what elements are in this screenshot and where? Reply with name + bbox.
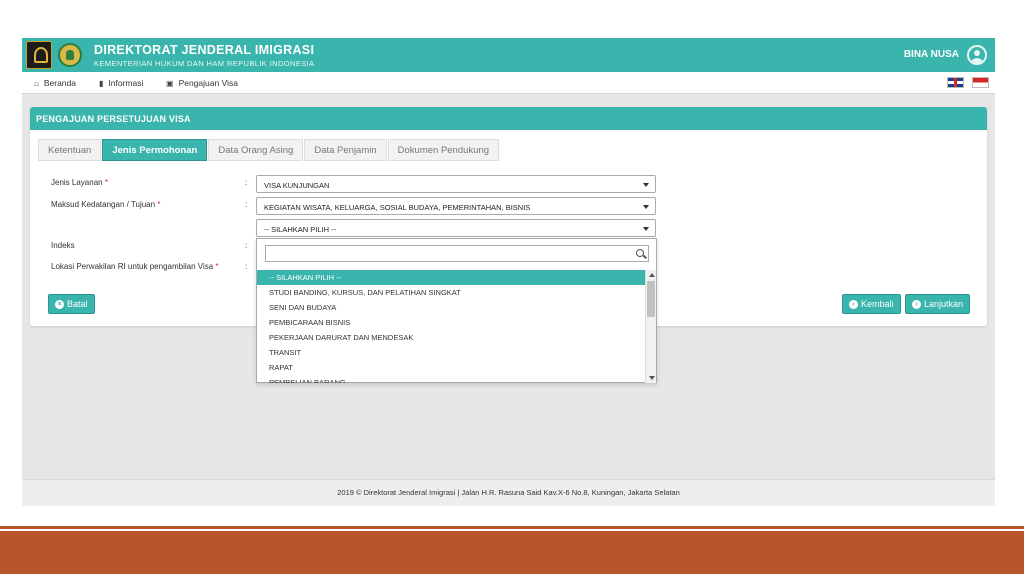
indeks-label: Indeks [51, 241, 75, 250]
tab-dokumen-pendukung[interactable]: Dokumen Pendukung [387, 139, 500, 161]
maksud-kedatangan-select[interactable]: KEGIATAN WISATA, KELUARGA, SOSIAL BUDAYA… [256, 197, 656, 215]
batal-button[interactable]: × Batal [48, 294, 95, 314]
search-icon [636, 249, 644, 257]
dropdown-search-input[interactable] [265, 245, 649, 262]
ministry-logo [26, 41, 52, 69]
select-value: VISA KUNJUNGAN [264, 181, 330, 190]
user-avatar-icon[interactable] [967, 45, 987, 65]
dropdown-option[interactable]: PEKERJAAN DARURAT DAN MENDESAK [257, 330, 645, 345]
slide-decoration-band [0, 531, 1024, 574]
maksud-kedatangan-label: Maksud Kedatangan / Tujuan * [51, 200, 160, 209]
uk-flag-icon[interactable] [947, 77, 964, 88]
dropdown-option[interactable]: RAPAT [257, 360, 645, 375]
header-subtitle: KEMENTERIAN HUKUM DAN HAM REPUBLIK INDON… [94, 59, 315, 68]
lokasi-perwakilan-label: Lokasi Perwakilan RI untuk pengambilan V… [51, 262, 219, 271]
immigration-emblem-logo [56, 41, 82, 69]
dropdown-option[interactable]: PEMBICARAAN BISNIS [257, 315, 645, 330]
chevron-down-icon [643, 205, 649, 209]
dropdown-option[interactable]: TRANSIT [257, 345, 645, 360]
tab-ketentuan[interactable]: Ketentuan [38, 139, 102, 161]
nav-bar: ⌂ Beranda ▮ Informasi ▣ Pengajuan Visa [22, 72, 995, 94]
nav-item-informasi[interactable]: ▮ Informasi [99, 78, 143, 88]
nav-label: Beranda [43, 78, 76, 88]
required-mark: * [215, 262, 219, 271]
footer-text: 2019 © Direktorat Jenderal Imigrasi | Ja… [337, 488, 680, 497]
field-label-text: Jenis Layanan [51, 178, 103, 187]
lanjutkan-button[interactable]: › Lanjutkan [905, 294, 971, 314]
book-icon: ▮ [99, 78, 104, 88]
tab-data-orang-asing[interactable]: Data Orang Asing [208, 139, 304, 161]
chevron-down-icon [643, 227, 649, 231]
header-title: DIREKTORAT JENDERAL IMIGRASI [94, 43, 315, 57]
nav-item-beranda[interactable]: ⌂ Beranda [34, 78, 76, 88]
tab-bar: Ketentuan Jenis Permohonan Data Orang As… [38, 139, 500, 161]
home-icon: ⌂ [34, 78, 39, 88]
scroll-down-icon[interactable] [649, 376, 655, 380]
scroll-up-icon[interactable] [649, 273, 655, 277]
user-name[interactable]: BINA NUSA [904, 49, 959, 60]
chevron-down-icon [643, 183, 649, 187]
field-label-text: Lokasi Perwakilan RI untuk pengambilan V… [51, 262, 214, 271]
dropdown-option[interactable]: PEMBELIAN BARANG [257, 375, 645, 383]
field-label-text: Maksud Kedatangan / Tujuan [51, 200, 156, 209]
required-mark: * [104, 178, 108, 187]
button-label: Lanjutkan [924, 299, 964, 309]
select-value: -- SILAHKAN PILIH -- [264, 225, 337, 234]
button-label: Kembali [861, 299, 894, 309]
jenis-layanan-select[interactable]: VISA KUNJUNGAN [256, 175, 656, 193]
tab-jenis-permohonan[interactable]: Jenis Permohonan [102, 139, 208, 161]
colon: : [245, 262, 248, 271]
required-mark: * [157, 200, 161, 209]
colon: : [245, 200, 248, 209]
select-value: KEGIATAN WISATA, KELUARGA, SOSIAL BUDAYA… [264, 203, 531, 212]
scroll-thumb[interactable] [647, 281, 655, 317]
nav-label: Pengajuan Visa [178, 78, 238, 88]
kembali-button[interactable]: ‹ Kembali [842, 294, 901, 314]
dropdown-option[interactable]: SENI DAN BUDAYA [257, 300, 645, 315]
dropdown-option[interactable]: STUDI BANDING, KURSUS, DAN PELATIHAN SIN… [257, 285, 645, 300]
arrow-right-icon: › [912, 299, 921, 309]
top-header-bar: DIREKTORAT JENDERAL IMIGRASI KEMENTERIAN… [22, 38, 995, 72]
dropdown-options-list: -- SILAHKAN PILIH -- STUDI BANDING, KURS… [257, 270, 645, 383]
colon: : [245, 241, 248, 250]
dropdown-option[interactable]: -- SILAHKAN PILIH -- [257, 270, 645, 285]
tab-data-penjamin[interactable]: Data Penjamin [304, 139, 387, 161]
nav-item-pengajuan-visa[interactable]: ▣ Pengajuan Visa [166, 78, 238, 88]
cancel-icon: × [55, 299, 64, 309]
indonesia-flag-icon[interactable] [972, 77, 989, 88]
jenis-layanan-label: Jenis Layanan * [51, 178, 108, 187]
sub-maksud-select[interactable]: -- SILAHKAN PILIH -- [256, 219, 656, 237]
dropdown-scrollbar[interactable] [645, 270, 656, 383]
button-label: Batal [67, 299, 88, 309]
app-window: DIREKTORAT JENDERAL IMIGRASI KEMENTERIAN… [22, 38, 995, 506]
panel-title: PENGAJUAN PERSETUJUAN VISA [30, 107, 987, 130]
id-card-icon: ▣ [166, 78, 174, 88]
slide-decoration-line [0, 526, 1024, 529]
page-footer: 2019 © Direktorat Jenderal Imigrasi | Ja… [22, 479, 995, 506]
arrow-left-icon: ‹ [849, 299, 858, 309]
colon: : [245, 178, 248, 187]
nav-label: Informasi [108, 78, 144, 88]
sub-maksud-dropdown-menu: -- SILAHKAN PILIH -- STUDI BANDING, KURS… [256, 238, 657, 383]
